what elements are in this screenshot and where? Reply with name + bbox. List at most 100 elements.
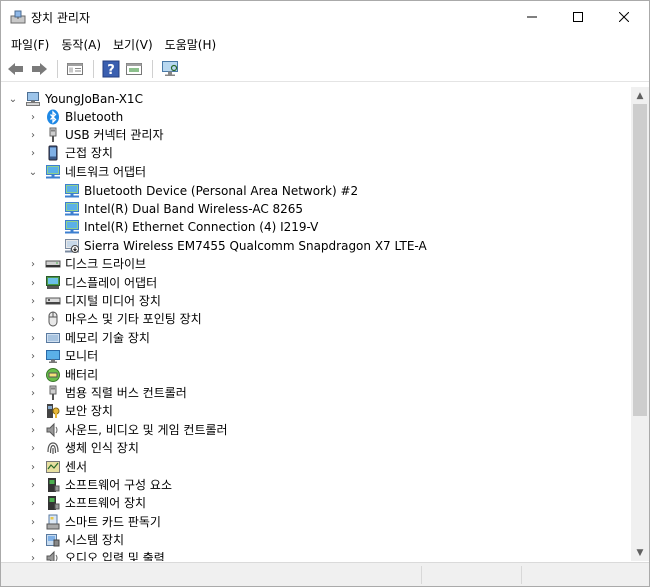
vertical-scrollbar[interactable]: ▲ ▼ (631, 87, 649, 561)
menu-bar: 파일(F) 동작(A) 보기(V) 도움말(H) (1, 34, 649, 56)
tree-item-software-devices[interactable]: › 소프트웨어 장치 (27, 494, 146, 512)
tree-item-label: 모니터 (65, 349, 99, 363)
properties-icon (67, 63, 83, 75)
expand-chevron-icon[interactable]: › (27, 108, 39, 126)
tree-item-sensors[interactable]: › 센서 (27, 458, 87, 476)
tree-item-label: 센서 (65, 460, 88, 474)
window-title: 장치 관리자 (31, 11, 91, 25)
tree-item-usb-controllers[interactable]: › 범용 직렬 버스 컨트롤러 (27, 384, 187, 402)
network-adapter-icon (64, 219, 80, 235)
expand-chevron-icon[interactable]: › (27, 384, 39, 402)
tree-item-proximity[interactable]: › 근접 장치 (27, 144, 113, 162)
mouse-icon (45, 311, 61, 327)
tree-child-label: Intel(R) Dual Band Wireless-AC 8265 (84, 202, 304, 216)
security-icon (45, 403, 61, 419)
scrollbar-thumb[interactable] (633, 104, 647, 416)
tree-item-security[interactable]: › 보안 장치 (27, 402, 113, 420)
system-device-icon (45, 532, 61, 548)
tree-item-biometric[interactable]: › 생체 인식 장치 (27, 439, 139, 457)
tree-child-intel-ethernet[interactable]: Intel(R) Ethernet Connection (4) I219-V (46, 218, 318, 236)
tree-item-memory[interactable]: › 메모리 기술 장치 (27, 329, 150, 347)
expand-chevron-icon[interactable]: › (27, 439, 39, 457)
tree-item-bluetooth[interactable]: › Bluetooth (27, 108, 123, 126)
expand-chevron-icon[interactable]: › (27, 476, 39, 494)
display-adapter-icon (45, 275, 61, 291)
tree-item-label: 디지털 미디어 장치 (65, 294, 161, 308)
tree-child-sierra-wireless[interactable]: Sierra Wireless EM7455 Qualcomm Snapdrag… (46, 237, 427, 255)
expand-chevron-icon[interactable]: › (27, 144, 39, 162)
update-driver-button[interactable] (123, 58, 145, 80)
usb-icon (45, 127, 61, 143)
forward-button[interactable] (28, 58, 50, 80)
tree-item-mouse[interactable]: › 마우스 및 기타 포인팅 장치 (27, 310, 202, 328)
help-button[interactable]: ? (100, 58, 122, 80)
expand-chevron-icon[interactable]: › (27, 531, 39, 549)
device-tree[interactable]: ⌄ YoungJoBan-X1C › Bluetooth › USB 커넥터 관… (1, 87, 631, 561)
tree-item-software-components[interactable]: › 소프트웨어 구성 요소 (27, 476, 172, 494)
tree-item-label: USB 커넥터 관리자 (65, 128, 164, 142)
expand-chevron-icon[interactable]: › (27, 126, 39, 144)
minimize-button[interactable] (509, 1, 555, 33)
expand-chevron-icon[interactable]: › (27, 366, 39, 384)
menu-file[interactable]: 파일(F) (5, 35, 55, 55)
tree-child-intel-wireless[interactable]: Intel(R) Dual Band Wireless-AC 8265 (46, 200, 303, 218)
collapse-chevron-icon[interactable]: ⌄ (27, 163, 39, 181)
tree-child-bluetooth-pan[interactable]: Bluetooth Device (Personal Area Network)… (46, 182, 358, 200)
tree-item-digital-media[interactable]: › 디지털 미디어 장치 (27, 292, 161, 310)
tree-item-disk-drives[interactable]: › 디스크 드라이브 (27, 255, 146, 273)
expand-chevron-icon[interactable]: › (27, 421, 39, 439)
scan-hardware-button[interactable] (159, 58, 181, 80)
software-component-icon (45, 477, 61, 493)
expand-chevron-icon[interactable]: › (27, 310, 39, 328)
close-icon (619, 12, 629, 22)
toolbar-separator (152, 60, 153, 78)
tree-item-monitors[interactable]: › 모니터 (27, 347, 98, 365)
expand-chevron-icon[interactable]: › (27, 549, 39, 562)
menu-help[interactable]: 도움말(H) (159, 35, 223, 55)
network-adapter-icon (64, 201, 80, 217)
expand-chevron-icon[interactable]: › (27, 458, 39, 476)
tree-item-smart-card[interactable]: › 스마트 카드 판독기 (27, 513, 161, 531)
sensor-icon (45, 459, 61, 475)
expand-chevron-icon[interactable]: › (27, 255, 39, 273)
disk-drive-icon (45, 256, 61, 272)
tree-item-batteries[interactable]: › 배터리 (27, 366, 98, 384)
tree-root[interactable]: ⌄ YoungJoBan-X1C (7, 90, 143, 108)
tree-item-usb-connector[interactable]: › USB 커넥터 관리자 (27, 126, 164, 144)
tree-item-display-adapters[interactable]: › 디스플레이 어댑터 (27, 274, 157, 292)
collapse-chevron-icon[interactable]: ⌄ (7, 90, 19, 108)
expand-chevron-icon[interactable]: › (27, 274, 39, 292)
scroll-up-arrow-icon[interactable]: ▲ (631, 87, 649, 104)
tree-item-system-devices[interactable]: › 시스템 장치 (27, 531, 124, 549)
toolbar: ? (1, 57, 649, 82)
tree-item-label: 시스템 장치 (65, 533, 125, 547)
tree-item-sound[interactable]: › 사운드, 비디오 및 게임 컨트롤러 (27, 421, 228, 439)
svg-text:?: ? (107, 63, 115, 78)
scroll-down-arrow-icon[interactable]: ▼ (631, 544, 649, 561)
monitor-icon (45, 348, 61, 364)
tree-item-label: 근접 장치 (65, 146, 113, 160)
minimize-icon (527, 16, 537, 18)
expand-chevron-icon[interactable]: › (27, 347, 39, 365)
computer-icon (25, 91, 41, 107)
menu-view[interactable]: 보기(V) (107, 35, 159, 55)
tree-item-network-adapters[interactable]: ⌄ 네트워크 어댑터 (27, 163, 146, 181)
expand-chevron-icon[interactable]: › (27, 402, 39, 420)
expand-chevron-icon[interactable]: › (27, 292, 39, 310)
network-adapter-icon (64, 183, 80, 199)
expand-chevron-icon[interactable]: › (27, 513, 39, 531)
tree-item-label: 마우스 및 기타 포인팅 장치 (65, 312, 202, 326)
back-icon (8, 63, 23, 75)
help-icon: ? (102, 60, 120, 78)
back-button[interactable] (5, 58, 27, 80)
properties-button[interactable] (64, 58, 86, 80)
toolbar-separator (93, 60, 94, 78)
expand-chevron-icon[interactable]: › (27, 494, 39, 512)
tree-item-audio-io[interactable]: › 오디오 입력 및 출력 (27, 549, 165, 561)
maximize-button[interactable] (555, 1, 601, 33)
close-button[interactable] (601, 1, 647, 33)
expand-chevron-icon[interactable]: › (27, 329, 39, 347)
title-bar[interactable]: 장치 관리자 (1, 1, 649, 33)
tree-child-label: Sierra Wireless EM7455 Qualcomm Snapdrag… (84, 239, 427, 253)
menu-action[interactable]: 동작(A) (55, 35, 107, 55)
